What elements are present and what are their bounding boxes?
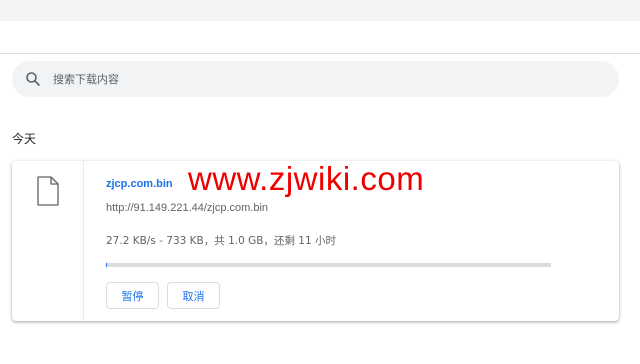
- file-source-url[interactable]: http://91.149.221.44/zjcp.com.bin: [106, 202, 268, 214]
- date-section-header: 今天: [12, 132, 37, 146]
- pause-button[interactable]: 暂停: [106, 282, 159, 309]
- watermark-text: www.zjwiki.com: [188, 160, 425, 197]
- file-icon-area: [12, 161, 84, 321]
- search-input[interactable]: [53, 69, 573, 89]
- top-toolbar: [0, 0, 640, 21]
- download-progress-bar: [106, 263, 551, 267]
- search-icon: [25, 71, 41, 87]
- cancel-button[interactable]: 取消: [167, 282, 220, 309]
- file-name-link[interactable]: zjcp.com.bin: [106, 178, 173, 190]
- toolbar-divider: [0, 53, 640, 54]
- download-status-text: 27.2 KB/s - 733 KB，共 1.0 GB，还剩 11 小时: [106, 235, 336, 247]
- search-bar[interactable]: [12, 61, 619, 97]
- file-icon: [36, 176, 60, 206]
